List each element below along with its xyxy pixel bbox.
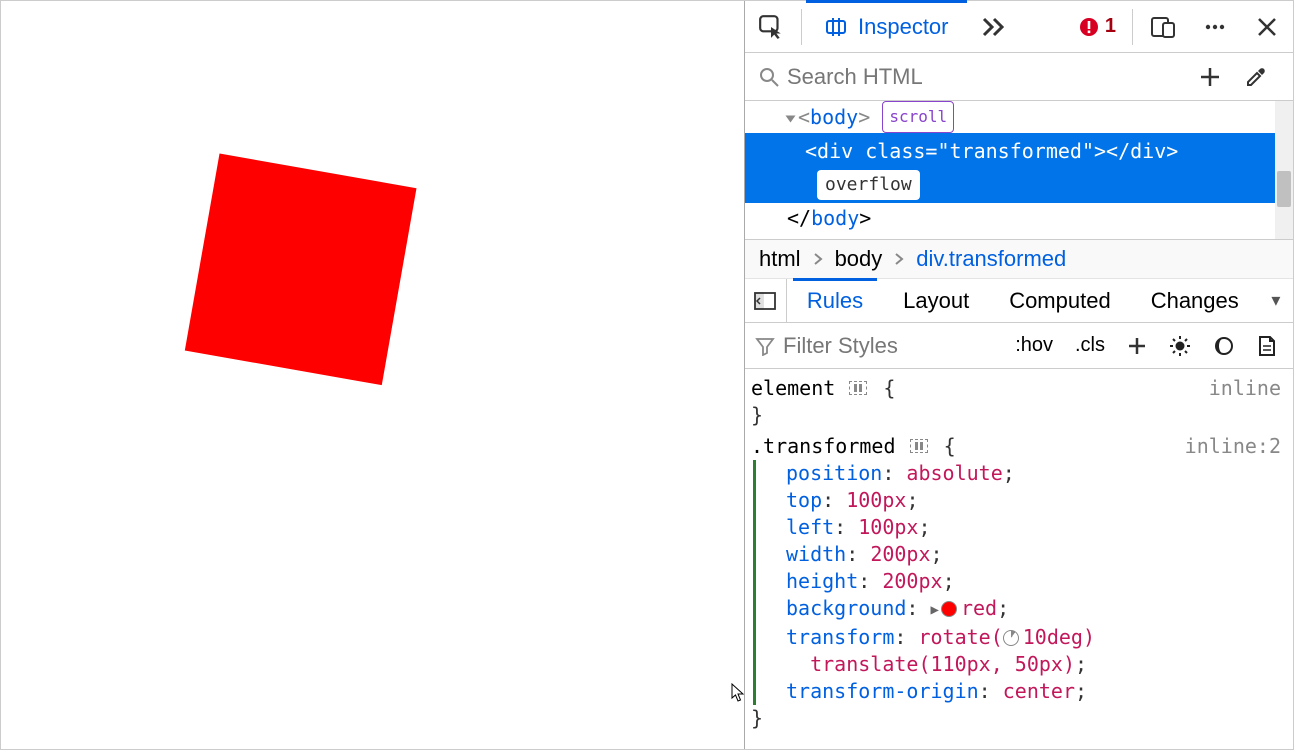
devtools-toolbar: Inspector 1 [745,1,1293,53]
flex-highlight-icon[interactable] [910,439,928,453]
rule-close: } [751,402,1287,429]
pick-element-icon [758,14,784,40]
rule-transformed[interactable]: inline:2 .transformed { position: absolu… [751,431,1287,734]
search-icon [759,67,779,87]
dark-scheme-button[interactable] [1207,335,1241,357]
rule-element[interactable]: inline element { } [751,373,1287,431]
tab-changes[interactable]: Changes [1131,279,1259,322]
more-tools-button[interactable] [967,1,1019,52]
error-indicator[interactable]: 1 [1067,1,1128,52]
filter-styles-input[interactable]: Filter Styles [755,333,999,359]
devices-icon [1150,15,1176,39]
markup-selected-node[interactable]: <div class="transformed"></div> overflow [745,133,1293,203]
chevron-right-icon [894,252,904,266]
scroll-badge: scroll [882,101,954,133]
eyedropper-button[interactable] [1245,66,1285,88]
tabs-overflow-button[interactable]: ▾ [1259,290,1293,311]
light-scheme-button[interactable] [1163,335,1197,357]
rule-close: } [751,705,1287,732]
rules-pane[interactable]: inline element { } inline:2 .transformed… [745,369,1293,749]
pick-element-button[interactable] [745,1,797,52]
filter-placeholder: Filter Styles [783,333,898,359]
search-placeholder: Search HTML [787,64,923,90]
twisty-icon[interactable] [786,116,796,123]
rule-selector[interactable]: .transformed [751,434,896,458]
responsive-mode-button[interactable] [1137,1,1189,52]
markup-scrollbar[interactable] [1275,101,1293,239]
scrollbar-thumb[interactable] [1277,171,1291,207]
cls-toggle[interactable]: .cls [1069,334,1111,357]
sidebar-tabs: Rules Layout Computed Changes ▾ [745,279,1293,323]
toggle-sidebar-button[interactable] [745,279,787,322]
inspector-tab[interactable]: Inspector [806,1,967,52]
demo-transformed-div [185,153,417,385]
flex-highlight-icon[interactable] [849,381,867,395]
decl-left[interactable]: left: 100px; [786,514,1287,541]
expand-shorthand-icon[interactable]: ▶ [931,597,939,624]
plus-icon [1199,66,1221,88]
tab-layout[interactable]: Layout [883,279,989,322]
sun-icon [1169,335,1191,357]
error-count: 1 [1105,15,1116,38]
breadcrumb-html[interactable]: html [759,246,801,272]
meatballs-icon [1203,15,1227,39]
plus-icon [1127,336,1147,356]
decl-width[interactable]: width: 200px; [786,541,1287,568]
color-swatch-icon[interactable] [941,601,957,617]
print-sim-button[interactable] [1251,335,1283,357]
close-icon [1256,16,1278,38]
separator [801,9,802,45]
decl-transform-origin[interactable]: transform-origin: center; [786,678,1287,705]
mouse-cursor-icon [731,683,745,703]
hov-toggle[interactable]: :hov [1009,334,1059,357]
tab-rules[interactable]: Rules [787,279,883,322]
page-icon [1257,335,1277,357]
decl-height[interactable]: height: 200px; [786,568,1287,595]
breadcrumb: html body div.transformed [745,239,1293,279]
decl-transform[interactable]: transform: rotate(10deg) translate(110px… [786,624,1287,678]
decl-position[interactable]: position: absolute; [786,460,1287,487]
chevron-right-icon [813,252,823,266]
toggle-panel-icon [754,292,776,310]
decl-top[interactable]: top: 100px; [786,487,1287,514]
devtools-panel: Inspector 1 Search HTML [745,1,1293,749]
rule-declarations: position: absolute; top: 100px; left: 10… [753,460,1287,705]
rule-selector[interactable]: element [751,376,835,400]
error-icon [1079,17,1099,37]
tab-computed[interactable]: Computed [989,279,1131,322]
moon-icon [1213,335,1235,357]
add-node-button[interactable] [1199,66,1239,88]
markup-body-open[interactable]: <body> scroll [745,101,1293,133]
chevrons-right-icon [980,16,1006,38]
page-viewport [1,1,745,749]
decl-background[interactable]: background: ▶red; [786,595,1287,624]
breadcrumb-selected[interactable]: div.transformed [916,246,1066,272]
markup-search-row: Search HTML [745,53,1293,101]
rule-source[interactable]: inline:2 [1185,433,1281,460]
markup-body-close[interactable]: </body> [745,203,1293,233]
kebab-menu-button[interactable] [1189,1,1241,52]
breadcrumb-body[interactable]: body [835,246,883,272]
selected-node-html: <div class="transformed"></div> [805,139,1178,163]
markup-tree[interactable]: <body> scroll <div class="transformed"><… [745,101,1293,239]
markup-style-node[interactable]: <style type="text/css"></style> [745,233,1293,239]
close-devtools-button[interactable] [1241,1,1293,52]
add-rule-button[interactable] [1121,336,1153,356]
rule-source[interactable]: inline [1209,375,1281,402]
rules-toolbar: Filter Styles :hov .cls [745,323,1293,369]
funnel-icon [755,336,775,356]
inspector-tab-label: Inspector [858,14,949,40]
inspector-icon [824,15,848,39]
angle-swatch-icon[interactable] [1003,630,1019,646]
eyedropper-icon [1245,66,1267,88]
separator [1132,9,1133,45]
search-html-input[interactable]: Search HTML [753,64,1193,90]
overflow-badge: overflow [817,170,920,200]
